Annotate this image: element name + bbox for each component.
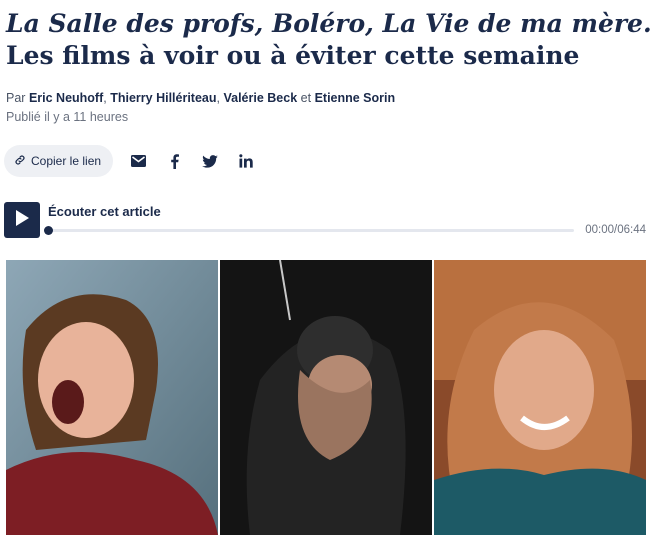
linkedin-icon bbox=[239, 154, 253, 168]
article-image bbox=[6, 260, 646, 535]
byline-prefix: Par bbox=[6, 91, 26, 105]
image-panel-smiling-woman bbox=[434, 260, 646, 535]
author-link[interactable]: Thierry Hillériteau bbox=[110, 91, 216, 105]
audio-progress-handle[interactable] bbox=[44, 226, 53, 235]
audio-time: 00:00/06:44 bbox=[585, 224, 646, 236]
play-icon bbox=[15, 209, 29, 231]
article-title-line-2: Les films à voir ou à éviter cette semai… bbox=[6, 41, 580, 70]
facebook-share-button[interactable] bbox=[163, 150, 185, 172]
audio-progress-track[interactable] bbox=[44, 226, 574, 235]
published-time: Publié il y a 11 heures bbox=[6, 110, 129, 124]
author-link[interactable]: Eric Neuhoff bbox=[29, 91, 103, 105]
image-panel-woman-screaming bbox=[6, 260, 218, 535]
email-share-button[interactable] bbox=[127, 150, 149, 172]
twitter-share-button[interactable] bbox=[199, 150, 221, 172]
email-icon bbox=[130, 155, 146, 167]
byline-separator: et bbox=[300, 91, 312, 105]
play-button[interactable] bbox=[4, 202, 40, 238]
author-link[interactable]: Etienne Sorin bbox=[315, 91, 396, 105]
copy-link-label: Copier le lien bbox=[31, 154, 102, 168]
article-title-line-1: La Salle des profs, Boléro, La Vie de ma… bbox=[6, 9, 650, 38]
facebook-icon bbox=[170, 153, 179, 169]
listen-label: Écouter cet article bbox=[48, 204, 161, 219]
twitter-icon bbox=[202, 154, 218, 168]
author-link[interactable]: Valérie Beck bbox=[223, 91, 297, 105]
audio-player: Écouter cet article 00:00/06:44 bbox=[4, 202, 650, 242]
copy-link-button[interactable]: Copier le lien bbox=[4, 145, 114, 177]
byline: Par Eric Neuhoff, Thierry Hillériteau, V… bbox=[6, 91, 395, 105]
linkedin-share-button[interactable] bbox=[235, 150, 257, 172]
share-bar: Copier le lien bbox=[4, 144, 257, 178]
article-title: La Salle des profs, Boléro, La Vie de ma… bbox=[6, 8, 650, 72]
link-icon bbox=[14, 154, 26, 169]
image-panel-conductor bbox=[220, 260, 432, 535]
byline-separator: , bbox=[103, 91, 107, 105]
byline-separator: , bbox=[216, 91, 220, 105]
